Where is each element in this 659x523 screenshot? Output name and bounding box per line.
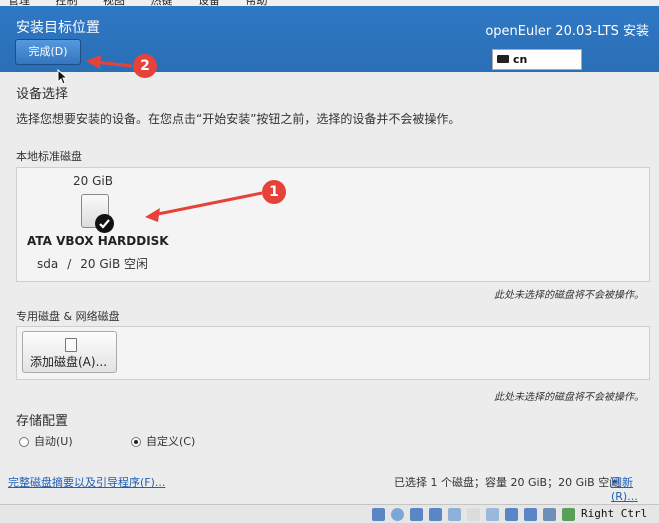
annotation-arrow-1 xyxy=(152,191,263,217)
annotation-arrowhead-2 xyxy=(86,55,101,69)
annotation-arrowhead-1 xyxy=(145,208,160,222)
annotation-badge-2: 2 xyxy=(133,54,157,78)
annotation-arrow-2 xyxy=(94,60,133,68)
annotation-badge-1: 1 xyxy=(262,180,286,204)
annotation-arrows xyxy=(86,55,263,222)
